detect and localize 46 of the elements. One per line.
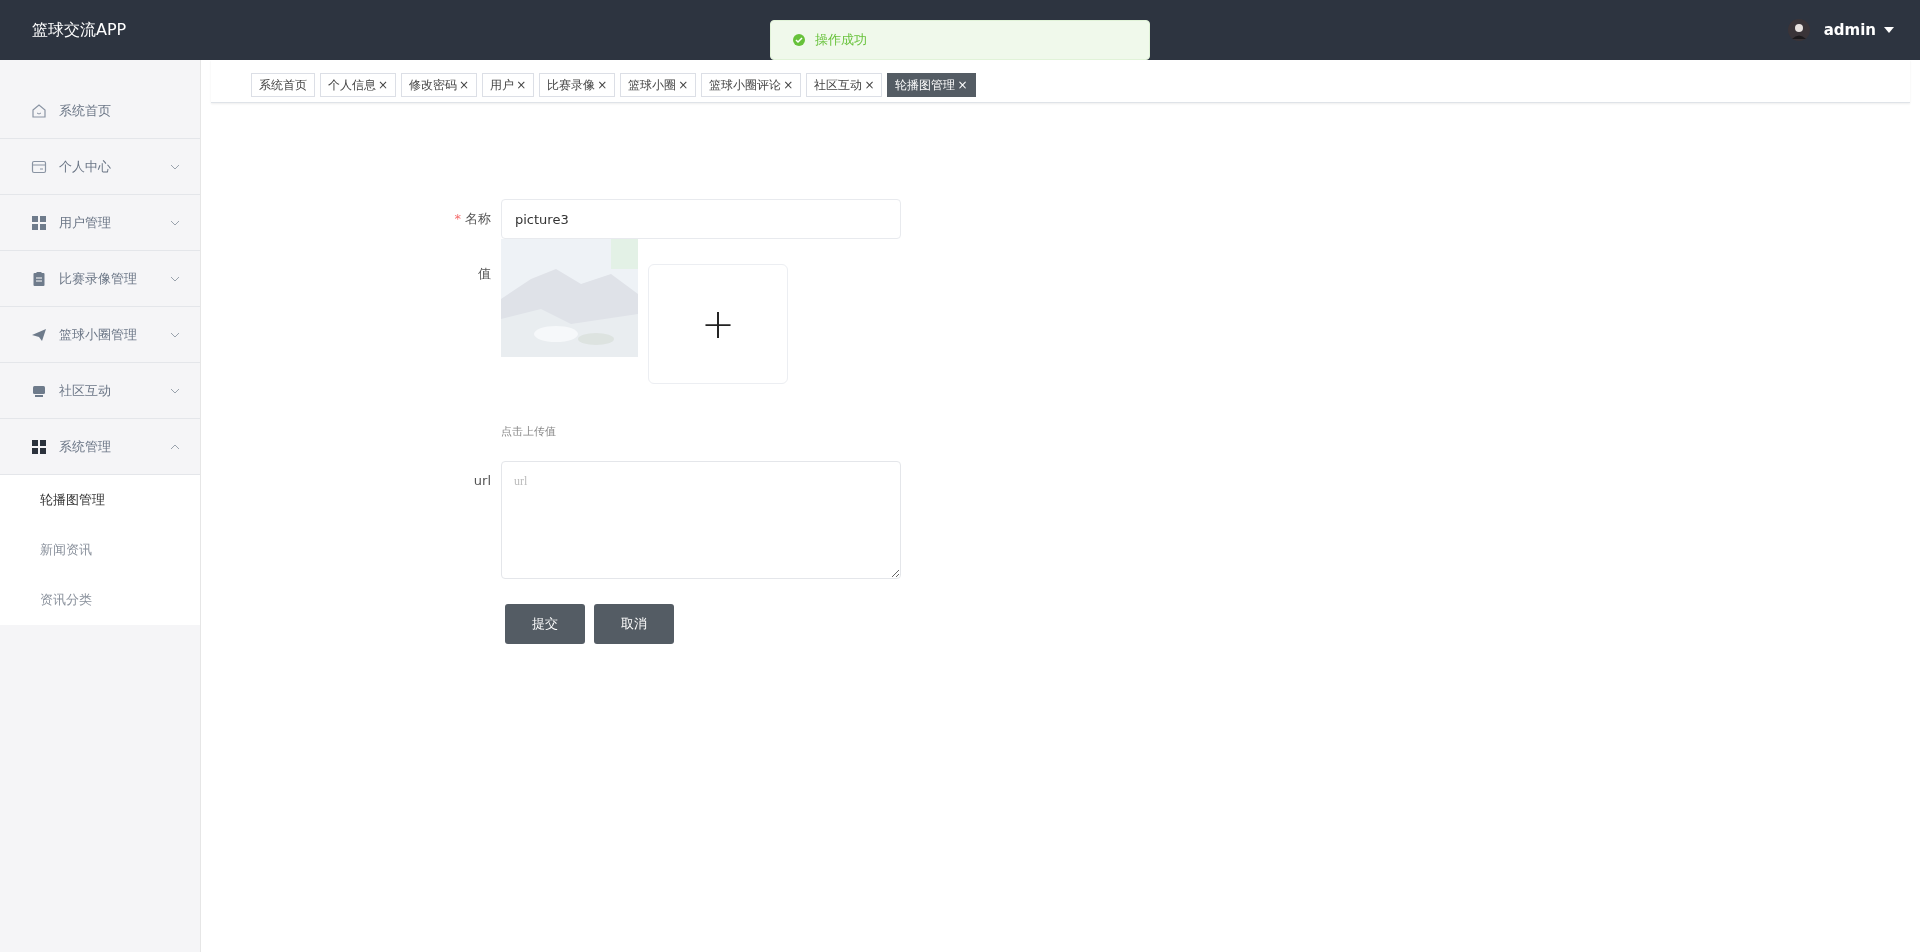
name-field[interactable]: picture3 xyxy=(501,199,901,239)
upload-button[interactable]: + xyxy=(648,264,788,384)
tab[interactable]: 个人信息 × xyxy=(320,73,397,97)
toast-message: 操作成功 xyxy=(815,31,867,49)
app-title: 篮球交流APP xyxy=(32,19,127,41)
submit-button[interactable]: 提交 xyxy=(505,604,585,644)
grid-icon xyxy=(31,214,47,231)
field-label: 名称 xyxy=(465,211,491,226)
required-mark: * xyxy=(454,211,461,226)
tab[interactable]: 修改密码 × xyxy=(401,73,478,97)
user-menu[interactable]: admin xyxy=(1817,20,1900,40)
caret-icon xyxy=(1884,26,1894,34)
cancel-button[interactable]: 取消 xyxy=(594,604,674,644)
tab[interactable]: 用户 × xyxy=(482,73,535,97)
paper-plane-icon xyxy=(31,326,47,343)
sidebar-item[interactable]: 比赛录像管理 xyxy=(0,251,200,307)
sidebar-item[interactable]: 用户管理 xyxy=(0,195,200,251)
tab[interactable]: 社区互动 × xyxy=(806,73,883,97)
tab[interactable]: 系统首页 xyxy=(251,73,315,97)
check-icon xyxy=(793,34,805,46)
sidebar-item[interactable]: 篮球小圈管理 xyxy=(0,307,200,363)
tab[interactable]: 轮播图管理 × xyxy=(887,73,976,97)
avatar-icon[interactable] xyxy=(1787,19,1810,41)
tab[interactable]: 比赛录像 × xyxy=(539,73,616,97)
grid-icon xyxy=(31,438,47,455)
tab[interactable]: 篮球小圈 × xyxy=(620,73,697,97)
home-icon xyxy=(31,102,47,119)
close-icon[interactable]: × xyxy=(459,78,470,92)
close-icon[interactable]: × xyxy=(516,78,527,92)
field-label: 值 xyxy=(478,266,491,281)
sidebar-item[interactable]: 社区互动 xyxy=(0,363,200,419)
submenu-item[interactable]: 轮播图管理 xyxy=(0,475,200,525)
tab[interactable]: 篮球小圈评论 × xyxy=(701,73,802,97)
clipboard-icon xyxy=(31,270,47,287)
sidebar-item[interactable]: 系统首页 xyxy=(0,83,200,139)
close-icon[interactable]: × xyxy=(864,78,875,92)
close-icon[interactable]: × xyxy=(378,78,389,92)
close-icon[interactable]: × xyxy=(678,78,689,92)
field-label: url xyxy=(473,473,491,488)
sidebar-item[interactable]: 个人中心 xyxy=(0,139,200,195)
url-field[interactable]: url xyxy=(501,461,901,579)
close-icon[interactable]: × xyxy=(597,78,608,92)
close-icon[interactable]: × xyxy=(783,78,794,92)
upload-hint: 点击上传值 xyxy=(501,424,557,439)
close-icon[interactable]: × xyxy=(957,78,968,92)
card-icon xyxy=(31,158,47,175)
